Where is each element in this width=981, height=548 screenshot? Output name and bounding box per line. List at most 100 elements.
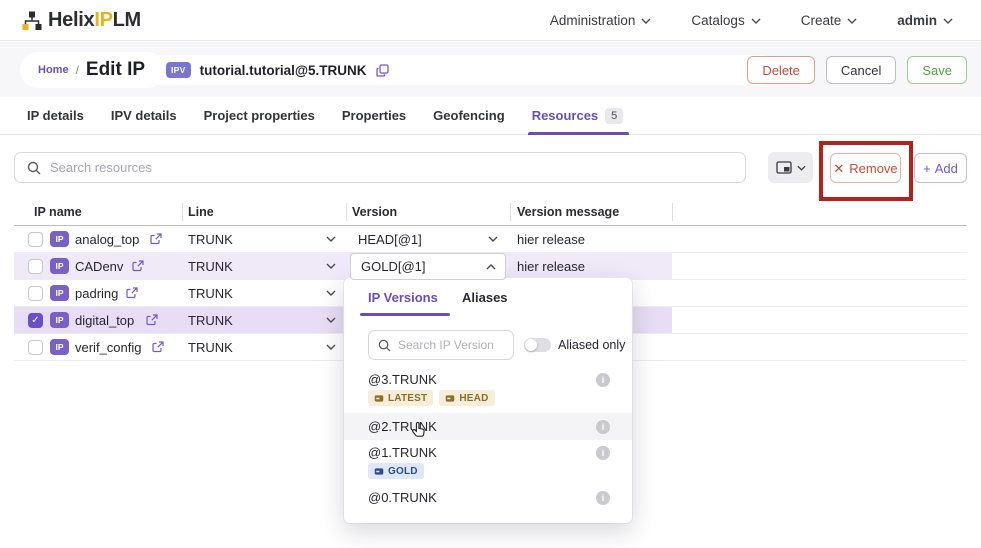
chevron-down-icon <box>751 18 761 24</box>
row-checkbox[interactable] <box>28 232 43 247</box>
external-link-icon[interactable] <box>146 314 158 326</box>
info-icon[interactable]: i <box>596 446 610 460</box>
version-value: GOLD[@1] <box>361 259 426 274</box>
version-option-3-trunk[interactable]: @3.TRUNK i <box>344 372 632 390</box>
version-option-2-trunk[interactable]: @2.TRUNK i <box>344 413 632 440</box>
resources-count-badge: 5 <box>605 108 623 124</box>
info-icon[interactable]: i <box>596 373 610 387</box>
info-icon[interactable]: i <box>596 491 610 505</box>
ipv-identifier-chip: IPV tutorial.tutorial@5.TRUNK <box>152 55 770 85</box>
view-mode-button[interactable] <box>768 152 813 183</box>
chevron-down-icon[interactable] <box>326 236 336 242</box>
chevron-down-icon <box>847 18 857 24</box>
nav-administration[interactable]: Administration <box>550 13 652 28</box>
ip-name-link[interactable]: digital_top <box>75 313 134 328</box>
row-checkbox[interactable] <box>28 259 43 274</box>
tag-icon <box>445 395 455 402</box>
cancel-button[interactable]: Cancel <box>826 56 896 84</box>
ipv-type-badge: IPV <box>166 62 191 78</box>
remove-button[interactable]: ✕ Remove <box>830 153 901 183</box>
chevron-down-icon[interactable] <box>488 236 498 242</box>
line-value: TRUNK <box>188 232 233 247</box>
row-checkbox[interactable] <box>28 340 43 355</box>
tab-project-properties[interactable]: Project properties <box>204 97 315 135</box>
ip-versions-search <box>368 330 514 360</box>
logo-text: HelixIPLM <box>48 9 141 32</box>
column-divider <box>510 203 511 221</box>
nav-catalogs[interactable]: Catalogs <box>691 13 760 28</box>
version-badges: GOLD <box>368 463 424 479</box>
row-checkbox-checked[interactable]: ✓ <box>28 313 43 328</box>
plus-icon: + <box>923 162 931 175</box>
tag-icon <box>374 395 384 402</box>
ip-name-link[interactable]: verif_config <box>75 340 141 355</box>
line-value: TRUNK <box>188 259 233 274</box>
version-option-0-trunk[interactable]: @0.TRUNK i <box>344 490 632 508</box>
toggle-knob <box>525 339 537 351</box>
copy-icon[interactable] <box>376 64 389 77</box>
breadcrumb-home-link[interactable]: Home <box>38 64 69 76</box>
ip-name-link[interactable]: padring <box>75 286 118 301</box>
chevron-down-icon <box>797 165 806 171</box>
external-link-icon[interactable] <box>150 233 162 245</box>
tab-ipv-details[interactable]: IPV details <box>111 97 177 135</box>
column-divider <box>672 203 673 221</box>
edit-ip-page: HelixIPLM Administration Catalogs Create… <box>0 0 981 548</box>
line-value: TRUNK <box>188 340 233 355</box>
panel-tab-aliases[interactable]: Aliases <box>462 290 508 305</box>
table-row-cadenv: IP CADenv TRUNK GOLD[@1] hier release <box>14 253 967 280</box>
version-option-1-trunk[interactable]: @1.TRUNK i <box>344 445 632 463</box>
ip-name-link[interactable]: CADenv <box>75 259 123 274</box>
chevron-down-icon[interactable] <box>326 344 336 350</box>
breadcrumb: Home / Edit IP <box>20 52 165 88</box>
helix-hierarchy-icon <box>22 11 42 31</box>
column-divider <box>182 203 183 221</box>
version-select-open[interactable]: GOLD[@1] <box>350 253 506 280</box>
chevron-up-icon <box>486 264 496 270</box>
chevron-down-icon <box>943 18 953 24</box>
edit-ip-tabs: IP details IPV details Project propertie… <box>0 97 981 135</box>
chevron-down-icon[interactable] <box>326 290 336 296</box>
row-checkbox[interactable] <box>28 286 43 301</box>
col-ip-name: IP name <box>34 205 82 219</box>
image-view-icon <box>776 161 792 174</box>
info-icon[interactable]: i <box>596 420 610 434</box>
external-link-icon[interactable] <box>152 341 164 353</box>
version-value: HEAD[@1] <box>358 232 422 247</box>
form-actions: Delete Cancel Save <box>747 56 967 84</box>
latest-badge: LATEST <box>368 390 433 406</box>
app-logo[interactable]: HelixIPLM <box>22 9 141 32</box>
chevron-down-icon[interactable] <box>326 317 336 323</box>
check-icon: ✓ <box>31 315 39 326</box>
tab-ip-details[interactable]: IP details <box>27 97 84 135</box>
line-value: TRUNK <box>188 313 233 328</box>
external-link-icon[interactable] <box>132 260 144 272</box>
panel-tab-ip-versions[interactable]: IP Versions <box>368 290 438 305</box>
add-button[interactable]: + Add <box>914 153 967 183</box>
tag-icon <box>374 468 384 475</box>
table-row-analog-top: IP analog_top TRUNK HEAD[@1] hier releas… <box>14 226 967 253</box>
save-button[interactable]: Save <box>907 56 967 84</box>
chevron-down-icon[interactable] <box>326 263 336 269</box>
tab-properties[interactable]: Properties <box>342 97 406 135</box>
line-value: TRUNK <box>188 286 233 301</box>
tab-geofencing[interactable]: Geofencing <box>433 97 505 135</box>
external-link-icon[interactable] <box>126 287 138 299</box>
version-dropdown-panel: IP Versions Aliases Aliased only @3.TRUN… <box>344 278 632 523</box>
breadcrumb-separator: / <box>76 63 79 77</box>
version-message: hier release <box>517 259 585 274</box>
ip-name-link[interactable]: analog_top <box>75 232 139 247</box>
resources-search <box>14 152 746 183</box>
aliased-only-toggle[interactable] <box>524 338 551 352</box>
table-header: IP name Line Version Version message <box>14 200 967 226</box>
col-version: Version <box>352 205 397 219</box>
tab-resources[interactable]: Resources 5 <box>532 97 624 135</box>
delete-button[interactable]: Delete <box>747 56 815 84</box>
ip-type-badge: IP <box>50 231 69 247</box>
ip-type-badge: IP <box>50 285 69 301</box>
search-ip-versions-input[interactable] <box>398 338 493 352</box>
app-header: HelixIPLM Administration Catalogs Create… <box>0 0 981 41</box>
nav-create[interactable]: Create <box>801 13 858 28</box>
nav-user-menu[interactable]: admin <box>897 13 953 28</box>
search-resources-input[interactable] <box>50 160 745 175</box>
